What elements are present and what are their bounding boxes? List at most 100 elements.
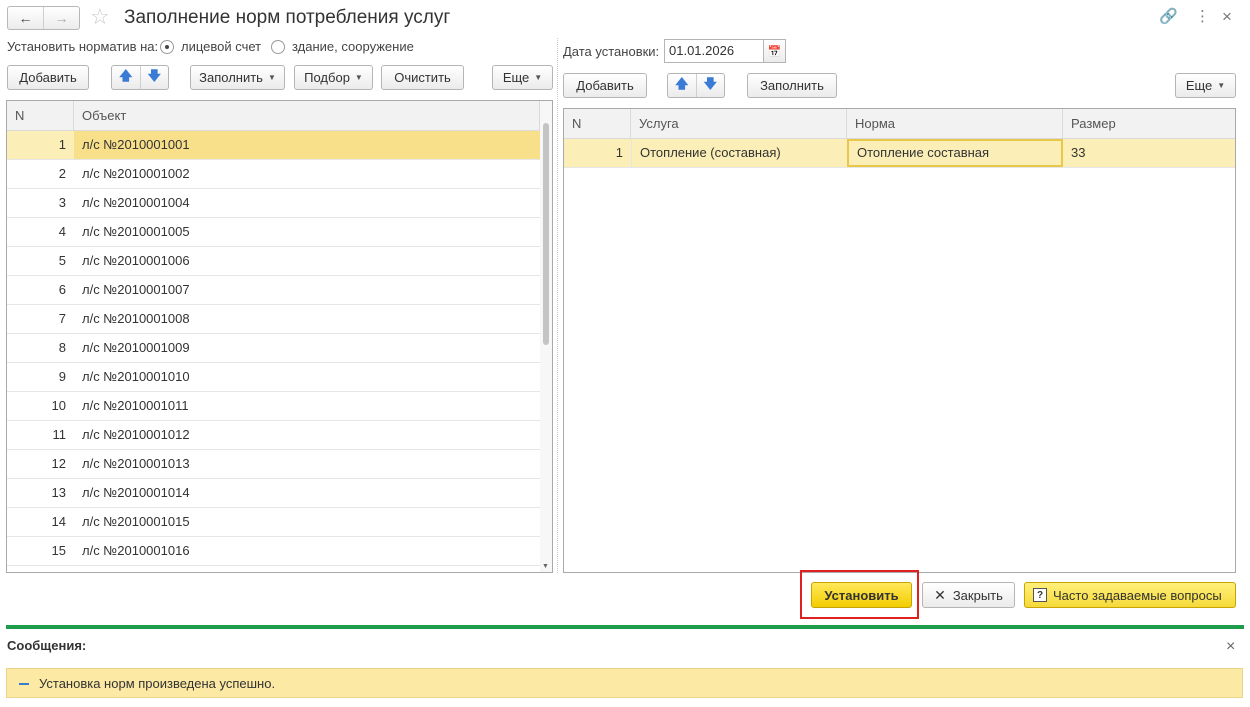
row-object[interactable]: л/с №2010001016 <box>74 537 540 565</box>
right-add-button[interactable]: Добавить <box>563 73 647 98</box>
row-object[interactable]: л/с №2010001012 <box>74 421 540 449</box>
move-up-icon[interactable]: 🡅 <box>668 74 696 97</box>
move-up-icon[interactable]: 🡅 <box>112 66 140 89</box>
row-number: 14 <box>51 514 66 529</box>
left-more-button[interactable]: Еще ▼ <box>492 65 553 90</box>
row-object[interactable]: л/с №2010001006 <box>74 247 540 275</box>
date-input[interactable]: 01.01.2026 <box>664 39 764 63</box>
table-row[interactable]: 1 Отопление (составная) Отопление состав… <box>564 139 1235 168</box>
objects-scrollbar[interactable]: ▼ <box>540 101 552 572</box>
messages-separator <box>6 625 1244 629</box>
objects-table: N Объект 1 л/с №2010001001 2 л/с №201000100… <box>6 100 553 573</box>
table-row[interactable]: 3 л/с №2010001004 <box>7 189 540 218</box>
table-row[interactable]: 9 л/с №2010001010 <box>7 363 540 392</box>
table-row[interactable]: 15 л/с №2010001016 <box>7 537 540 566</box>
pick-label: Подбор <box>304 70 350 85</box>
row-number: 11 <box>52 427 67 442</box>
row-number: 7 <box>58 311 66 326</box>
right-more-button[interactable]: Еще ▼ <box>1175 73 1236 98</box>
row-object[interactable]: л/с №2010001005 <box>74 218 540 246</box>
close-window-icon[interactable]: × <box>1222 7 1232 27</box>
row-object[interactable]: л/с №2010001001 <box>74 131 540 159</box>
left-fill-button[interactable]: Заполнить ▼ <box>190 65 285 90</box>
column-n[interactable]: N <box>564 109 631 139</box>
table-row[interactable]: 5 л/с №2010001006 <box>7 247 540 276</box>
message-item[interactable]: Установка норм произведена успешно. <box>6 668 1243 698</box>
column-n[interactable]: N <box>7 101 74 131</box>
move-down-icon[interactable]: 🡇 <box>695 74 725 97</box>
clear-button[interactable]: Очистить <box>381 65 464 90</box>
table-row[interactable]: 6 л/с №2010001007 <box>7 276 540 305</box>
move-down-icon[interactable]: 🡇 <box>139 66 169 89</box>
norms-table: N Услуга Норма Размер 1 Отопление (соста… <box>563 108 1236 573</box>
row-number: 15 <box>51 543 66 558</box>
dropdown-caret-icon: ▼ <box>1217 81 1226 90</box>
table-row[interactable]: 1 л/с №2010001001 <box>7 131 540 160</box>
row-object[interactable]: л/с №2010001008 <box>74 305 540 333</box>
table-row[interactable]: 14 л/с №2010001015 <box>7 508 540 537</box>
calendar-icon[interactable]: 📅 <box>764 39 786 63</box>
faq-button[interactable]: ? Часто задаваемые вопросы <box>1024 582 1236 608</box>
row-number: 4 <box>58 224 66 239</box>
row-service[interactable]: Отопление (составная) <box>631 139 847 167</box>
page-title: Заполнение норм потребления услуг <box>124 7 451 28</box>
table-row[interactable]: 8 л/с №2010001009 <box>7 334 540 363</box>
row-object[interactable]: л/с №2010001015 <box>74 508 540 536</box>
column-norm[interactable]: Норма <box>847 109 1063 139</box>
message-text: Установка норм произведена успешно. <box>39 676 276 691</box>
left-add-button[interactable]: Добавить <box>7 65 89 90</box>
messages-close-icon[interactable]: × <box>1226 638 1235 656</box>
more-actions-icon[interactable]: ⋮ <box>1195 7 1210 27</box>
favorite-star-icon[interactable]: ☆ <box>90 5 110 29</box>
radio-building[interactable] <box>271 40 285 54</box>
column-service[interactable]: Услуга <box>631 109 847 139</box>
radio-building-label[interactable]: здание, сооружение <box>292 38 414 56</box>
row-object[interactable]: л/с №2010001002 <box>74 160 540 188</box>
objects-table-header: N Объект <box>7 101 552 131</box>
pick-button[interactable]: Подбор ▼ <box>294 65 373 90</box>
row-object[interactable]: л/с №2010001009 <box>74 334 540 362</box>
table-row[interactable]: 11 л/с №2010001012 <box>7 421 540 450</box>
row-norm[interactable]: Отопление составная <box>847 139 1063 167</box>
table-row[interactable]: 4 л/с №2010001005 <box>7 218 540 247</box>
message-marker-icon <box>19 683 29 685</box>
row-object[interactable]: л/с №2010001013 <box>74 450 540 478</box>
radio-account[interactable] <box>160 40 174 54</box>
row-number: 8 <box>58 340 66 355</box>
close-button[interactable]: ✕ Закрыть <box>922 582 1015 608</box>
radio-account-label[interactable]: лицевой счет <box>181 38 261 56</box>
panel-divider[interactable] <box>557 38 558 573</box>
date-label: Дата установки: <box>563 44 660 59</box>
row-number: 1 <box>615 145 623 160</box>
dropdown-caret-icon: ▼ <box>267 73 276 82</box>
link-icon[interactable]: 🔗 <box>1159 7 1178 27</box>
row-size[interactable]: 33 <box>1063 139 1235 167</box>
column-object[interactable]: Объект <box>74 101 540 131</box>
standard-target-label: Установить норматив на: <box>7 39 159 54</box>
scrollbar-thumb[interactable] <box>543 123 549 345</box>
row-object[interactable]: л/с №2010001007 <box>74 276 540 304</box>
back-arrow-icon[interactable]: ← <box>8 7 43 29</box>
row-object[interactable]: л/с №2010001010 <box>74 363 540 391</box>
forward-arrow-icon[interactable]: → <box>43 7 79 29</box>
norms-table-header: N Услуга Норма Размер <box>564 109 1235 139</box>
dropdown-caret-icon: ▼ <box>354 73 363 82</box>
column-size[interactable]: Размер <box>1063 109 1235 139</box>
table-row[interactable]: 2 л/с №2010001002 <box>7 160 540 189</box>
row-object[interactable]: л/с №2010001014 <box>74 479 540 507</box>
row-object[interactable]: л/с №2010001011 <box>74 392 540 420</box>
scroll-down-icon[interactable]: ▼ <box>542 563 549 570</box>
table-row[interactable]: 7 л/с №2010001008 <box>7 305 540 334</box>
right-fill-button[interactable]: Заполнить <box>747 73 837 98</box>
row-object[interactable]: л/с №2010001004 <box>74 189 540 217</box>
table-row[interactable]: 10 л/с №2010001011 <box>7 392 540 421</box>
navigation-buttons: ← → <box>7 6 80 30</box>
row-number: 2 <box>58 166 66 181</box>
row-number: 5 <box>58 253 66 268</box>
messages-title: Сообщения: <box>7 638 87 653</box>
table-row[interactable]: 13 л/с №2010001014 <box>7 479 540 508</box>
row-number: 6 <box>58 282 66 297</box>
left-fill-label: Заполнить <box>199 70 263 85</box>
table-row[interactable]: 12 л/с №2010001013 <box>7 450 540 479</box>
right-more-label: Еще <box>1185 78 1213 93</box>
